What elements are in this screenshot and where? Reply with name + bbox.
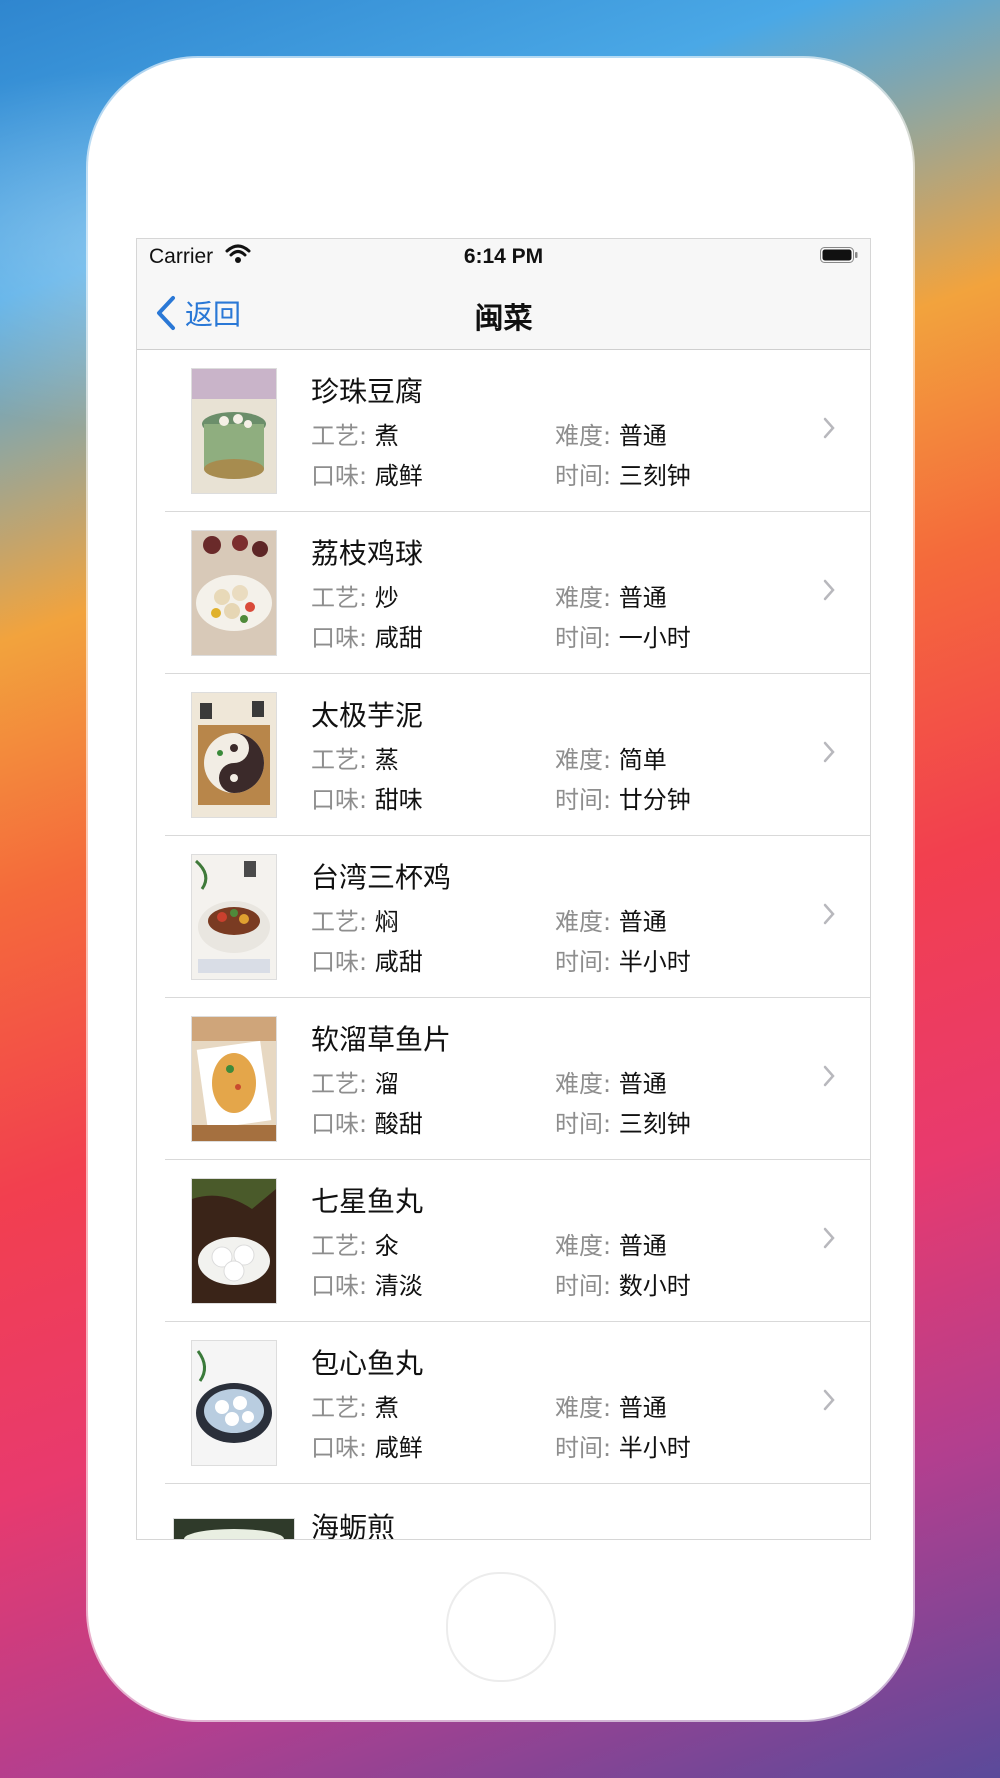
dish-thumbnail <box>191 692 277 818</box>
difficulty-field: 难度: 普通 <box>555 1232 667 1260</box>
status-time: 6:14 PM <box>463 245 544 268</box>
dish-thumbnail <box>191 368 277 494</box>
status-bar: Carrier 6:14 PM <box>137 239 870 277</box>
battery-icon <box>820 247 858 263</box>
chevron-right-icon <box>823 1227 835 1249</box>
dish-thumbnail <box>191 530 277 656</box>
chevron-right-icon <box>823 579 835 601</box>
app-screen: Carrier 6:14 PM 返回 闽菜 珍珠豆腐 工艺: 煮 难度: 普通 … <box>136 238 871 1540</box>
time-field: 时间: 数小时 <box>555 1272 691 1300</box>
taste-field: 口味: 咸鲜 <box>311 1434 423 1462</box>
navigation-bar: 返回 闽菜 <box>137 277 870 350</box>
taste-field: 口味: 咸鲜 <box>311 462 423 490</box>
dish-row[interactable]: 海蛎煎 <box>137 1484 870 1540</box>
dish-row[interactable]: 软溜草鱼片 工艺: 溜 难度: 普通 口味: 酸甜 时间: 三刻钟 <box>137 998 870 1160</box>
craft-field: 工艺: 溜 <box>311 1070 399 1098</box>
dish-thumbnail <box>191 1340 277 1466</box>
difficulty-field: 难度: 简单 <box>555 746 667 774</box>
taste-field: 口味: 酸甜 <box>311 1110 423 1138</box>
dish-row[interactable]: 太极芋泥 工艺: 蒸 难度: 简单 口味: 甜味 时间: 廿分钟 <box>137 674 870 836</box>
chevron-right-icon <box>823 741 835 763</box>
difficulty-field: 难度: 普通 <box>555 584 667 612</box>
time-field: 时间: 一小时 <box>555 624 691 652</box>
time-field: 时间: 半小时 <box>555 1434 691 1462</box>
chevron-right-icon <box>823 903 835 925</box>
dish-row[interactable]: 台湾三杯鸡 工艺: 焖 难度: 普通 口味: 咸甜 时间: 半小时 <box>137 836 870 998</box>
craft-field: 工艺: 焖 <box>311 908 399 936</box>
dish-name: 软溜草鱼片 <box>311 1023 452 1056</box>
difficulty-field: 难度: 普通 <box>555 908 667 936</box>
dish-thumbnail <box>191 1016 277 1142</box>
difficulty-field: 难度: 普通 <box>555 1394 667 1422</box>
dish-name: 海蛎煎 <box>311 1511 396 1540</box>
chevron-right-icon <box>823 1389 835 1411</box>
chevron-right-icon <box>823 417 835 439</box>
difficulty-field: 难度: 普通 <box>555 1070 667 1098</box>
dish-row[interactable]: 包心鱼丸 工艺: 煮 难度: 普通 口味: 咸鲜 时间: 半小时 <box>137 1322 870 1484</box>
dish-name: 台湾三杯鸡 <box>311 861 452 894</box>
dish-thumbnail <box>191 854 277 980</box>
dish-row[interactable]: 七星鱼丸 工艺: 氽 难度: 普通 口味: 清淡 时间: 数小时 <box>137 1160 870 1322</box>
craft-field: 工艺: 蒸 <box>311 746 399 774</box>
dish-name: 包心鱼丸 <box>311 1347 424 1380</box>
dish-row[interactable]: 荔枝鸡球 工艺: 炒 难度: 普通 口味: 咸甜 时间: 一小时 <box>137 512 870 674</box>
craft-field: 工艺: 煮 <box>311 1394 399 1422</box>
craft-field: 工艺: 煮 <box>311 422 399 450</box>
dish-thumbnail <box>173 1518 295 1539</box>
dish-name: 太极芋泥 <box>311 699 424 732</box>
craft-field: 工艺: 炒 <box>311 584 399 612</box>
dish-thumbnail <box>191 1178 277 1304</box>
chevron-right-icon <box>823 1065 835 1087</box>
time-field: 时间: 三刻钟 <box>555 1110 691 1138</box>
time-field: 时间: 三刻钟 <box>555 462 691 490</box>
dish-row[interactable]: 珍珠豆腐 工艺: 煮 难度: 普通 口味: 咸鲜 时间: 三刻钟 <box>137 350 870 512</box>
taste-field: 口味: 咸甜 <box>311 624 423 652</box>
time-field: 时间: 廿分钟 <box>555 786 691 814</box>
difficulty-field: 难度: 普通 <box>555 422 667 450</box>
taste-field: 口味: 清淡 <box>311 1272 423 1300</box>
home-button[interactable] <box>446 1572 556 1682</box>
dish-name: 七星鱼丸 <box>311 1185 424 1218</box>
time-field: 时间: 半小时 <box>555 948 691 976</box>
craft-field: 工艺: 氽 <box>311 1232 399 1260</box>
dish-name: 珍珠豆腐 <box>311 375 424 408</box>
taste-field: 口味: 咸甜 <box>311 948 423 976</box>
dish-list[interactable]: 珍珠豆腐 工艺: 煮 难度: 普通 口味: 咸鲜 时间: 三刻钟 荔枝鸡球 工艺… <box>137 350 870 1540</box>
taste-field: 口味: 甜味 <box>311 786 423 814</box>
page-title: 闽菜 <box>474 301 533 335</box>
dish-name: 荔枝鸡球 <box>311 537 424 570</box>
